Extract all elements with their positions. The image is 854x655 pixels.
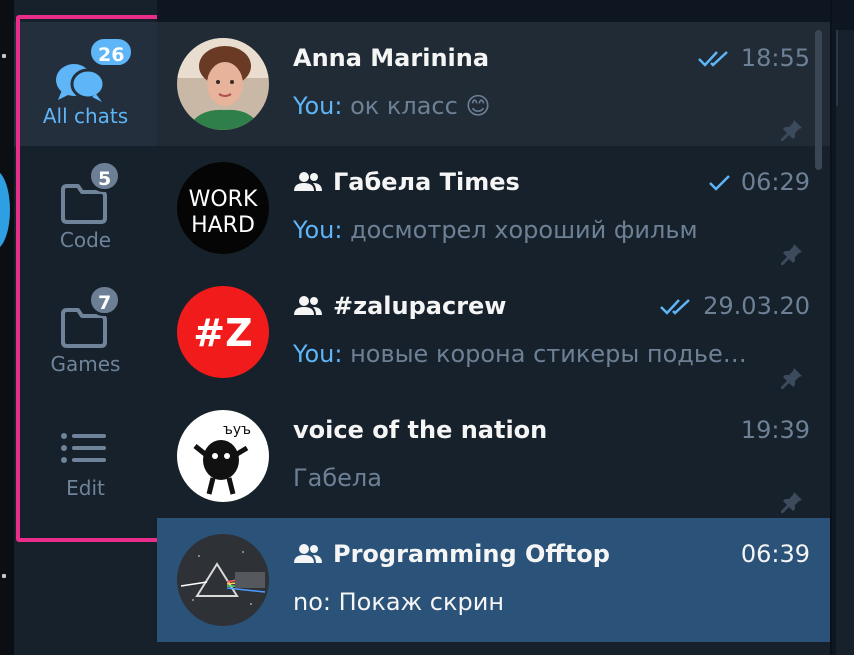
avatar: WORK HARD bbox=[177, 162, 269, 254]
chat-time: 18:55 bbox=[697, 44, 810, 72]
folder-all-chats[interactable]: 26 All chats bbox=[14, 22, 157, 146]
pin-icon bbox=[781, 120, 802, 141]
avatar: #Z bbox=[177, 286, 269, 378]
chat-message: Габела bbox=[293, 464, 382, 492]
avatar-text: HARD bbox=[191, 213, 255, 238]
chat-row-voice-of-the-nation[interactable]: ъуъ voice of the nation 19:39 Габела bbox=[157, 394, 830, 518]
pin-icon bbox=[781, 244, 802, 265]
conversation-body-edge bbox=[836, 106, 854, 655]
chat-time: 19:39 bbox=[741, 416, 810, 444]
chat-time: 06:29 bbox=[707, 168, 810, 196]
chat-time-text: 06:29 bbox=[740, 168, 810, 196]
group-icon bbox=[294, 296, 322, 315]
double-check-icon bbox=[660, 299, 690, 315]
double-check-icon bbox=[697, 51, 728, 67]
chat-sender: You: bbox=[293, 340, 343, 368]
chat-list: Anna Marinina 18:55 You: ок класс 😊 WORK… bbox=[157, 0, 830, 655]
conversation-header-edge bbox=[836, 30, 854, 106]
folder-edit[interactable]: Edit bbox=[14, 394, 157, 518]
chat-time-text: 19:39 bbox=[740, 416, 810, 444]
chat-sender: You: bbox=[293, 92, 343, 120]
chat-message: новые корона стикеры подье… bbox=[342, 340, 747, 368]
chat-time: 06:39 bbox=[741, 540, 810, 568]
avatar bbox=[177, 534, 269, 626]
avatar: ъуъ bbox=[177, 410, 269, 502]
group-icon bbox=[294, 172, 322, 191]
chat-row-programming-offtop[interactable]: Programming Offtop 06:39 no: Покаж скрин bbox=[157, 518, 830, 642]
unread-badge: 26 bbox=[88, 36, 135, 68]
folder-label: Code bbox=[59, 228, 112, 252]
chat-title-text: Габела Times bbox=[333, 168, 520, 196]
dot bbox=[2, 54, 6, 58]
avatar bbox=[177, 38, 269, 130]
conversation-edge bbox=[830, 0, 854, 655]
chat-title: Anna Marinina bbox=[293, 44, 489, 72]
chat-sender: You: bbox=[293, 216, 343, 244]
chat-list-scrollbar[interactable] bbox=[815, 30, 822, 170]
chat-preview: You: досмотрел хороший фильм bbox=[293, 216, 698, 244]
chat-title: voice of the nation bbox=[293, 416, 547, 444]
chat-sender: no: bbox=[293, 588, 331, 616]
chat-row-anna-marinina[interactable]: Anna Marinina 18:55 You: ок класс 😊 bbox=[157, 22, 830, 146]
unread-badge: 5 bbox=[88, 160, 122, 192]
dot bbox=[2, 574, 6, 578]
chat-preview: You: ок класс 😊 bbox=[293, 92, 490, 120]
desktop-edge bbox=[0, 0, 14, 655]
list-icon bbox=[61, 433, 106, 463]
chat-message: ок класс 😊 bbox=[342, 92, 491, 120]
folder-label: Edit bbox=[66, 476, 105, 500]
avatar-text: WORK bbox=[189, 187, 258, 212]
avatar-text: ъуъ bbox=[223, 422, 251, 438]
chat-message: Покаж скрин bbox=[330, 588, 505, 616]
chat-title: Programming Offtop bbox=[293, 540, 610, 568]
chat-title-text: Anna Marinina bbox=[293, 44, 490, 72]
chat-row-gabela-times[interactable]: WORK HARD Габела Times 06:29 You: досмот… bbox=[157, 146, 830, 270]
chat-time-text: 18:55 bbox=[740, 44, 810, 72]
check-icon bbox=[708, 175, 730, 191]
chat-row-zalupacrew[interactable]: #Z #zalupacrew 29.03.20 You: новые корон… bbox=[157, 270, 830, 394]
chat-time-text: 29.03.20 bbox=[703, 292, 810, 320]
pin-icon bbox=[781, 368, 802, 389]
group-icon bbox=[294, 544, 322, 563]
avatar-text: #Z bbox=[193, 311, 252, 355]
partial-app-icon bbox=[0, 170, 10, 250]
pin-icon bbox=[781, 492, 802, 513]
chat-message: досмотрел хороший фильм bbox=[342, 216, 698, 244]
chat-title-text: Programming Offtop bbox=[333, 540, 610, 568]
chat-preview: You: новые корона стикеры подье… bbox=[293, 340, 747, 368]
chat-preview: Габела bbox=[293, 464, 382, 492]
folder-games[interactable]: 7 Games bbox=[14, 270, 157, 394]
folder-label: All chats bbox=[42, 104, 129, 128]
folder-label: Games bbox=[50, 352, 121, 376]
folder-code[interactable]: 5 Code bbox=[14, 146, 157, 270]
chat-preview: no: Покаж скрин bbox=[293, 588, 504, 616]
chat-title: #zalupacrew bbox=[293, 292, 506, 320]
chat-title-text: voice of the nation bbox=[293, 416, 548, 444]
chat-title-text: #zalupacrew bbox=[333, 292, 507, 320]
chat-time-text: 06:39 bbox=[740, 540, 810, 568]
chat-time: 29.03.20 bbox=[659, 292, 810, 320]
chat-title: Габела Times bbox=[293, 168, 520, 196]
unread-badge: 7 bbox=[88, 284, 122, 316]
chat-list-header bbox=[157, 0, 830, 22]
